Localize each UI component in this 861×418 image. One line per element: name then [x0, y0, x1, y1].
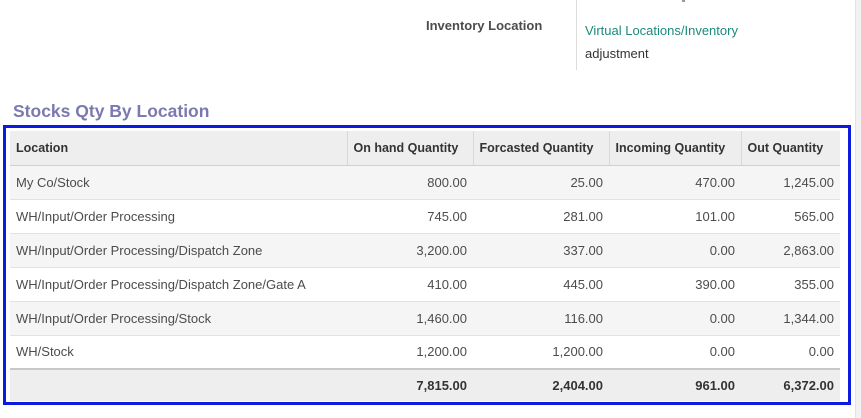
cell-incoming: 470.00: [695, 174, 735, 190]
cell-out: 355.00: [794, 276, 834, 292]
cell-forecasted: 25.00: [570, 174, 603, 190]
table-row[interactable]: WH/Input/Order Processing/Dispatch Zone …: [10, 233, 840, 267]
cell-out: 1,344.00: [783, 310, 834, 326]
table-row[interactable]: WH/Input/Order Processing/Stock 1,460.00…: [10, 301, 840, 335]
cell-on-hand: 410.00: [427, 276, 467, 292]
inventory-location-value-rest: adjustment: [585, 46, 649, 61]
cell-on-hand: 800.00: [427, 174, 467, 190]
cell-location: WH/Input/Order Processing/Stock: [16, 310, 212, 326]
column-header-on-hand[interactable]: On hand Quantity: [347, 131, 474, 166]
cell-forecasted: 116.00: [564, 310, 603, 326]
cell-out: 2,863.00: [783, 242, 834, 258]
cell-incoming: 0.00: [709, 344, 735, 360]
total-on-hand: 7,815.00: [416, 378, 467, 393]
cell-location: WH/Input/Order Processing: [16, 208, 175, 224]
cell-forecasted: 337.00: [563, 242, 603, 258]
cell-on-hand: 1,200.00: [416, 344, 467, 360]
inventory-location-value: Virtual Locations/Inventory adjustment: [585, 19, 785, 65]
cell-forecasted: 445.00: [563, 276, 603, 292]
cell-forecasted: 1,200.00: [552, 344, 603, 360]
inventory-location-label: Inventory Location: [426, 18, 543, 33]
cell-incoming: 0.00: [709, 310, 735, 326]
cell-out: 0.00: [808, 344, 834, 360]
table-row[interactable]: WH/Input/Order Processing/Dispatch Zone/…: [10, 267, 840, 301]
column-header-location[interactable]: Location: [10, 131, 348, 166]
field-divider: [576, 0, 577, 70]
cell-incoming: 390.00: [695, 276, 735, 292]
section-title: Stocks Qty By Location: [13, 101, 210, 121]
total-location: [10, 369, 347, 401]
column-header-out[interactable]: Out Quantity: [741, 131, 840, 166]
cell-location: My Co/Stock: [16, 174, 90, 190]
table-totals-row: 7,815.00 2,404.00 961.00 6,372.00: [10, 369, 840, 401]
cell-out: 565.00: [794, 208, 834, 224]
stock-location-table: Location On hand Quantity Forcasted Quan…: [10, 131, 840, 401]
cell-incoming: 0.00: [709, 242, 735, 258]
table-row[interactable]: WH/Stock 1,200.00 1,200.00 0.00 0.00: [10, 335, 840, 369]
cell-out: 1,245.00: [783, 174, 834, 190]
table-row[interactable]: My Co/Stock 800.00 25.00 470.00 1,245.00: [10, 165, 840, 199]
table-header-row: Location On hand Quantity Forcasted Quan…: [10, 131, 840, 166]
cell-on-hand: 745.00: [427, 208, 467, 224]
cell-location: WH/Input/Order Processing/Dispatch Zone/…: [16, 276, 306, 292]
total-incoming: 961.00: [695, 378, 735, 393]
table-row[interactable]: WH/Input/Order Processing 745.00 281.00 …: [10, 199, 840, 233]
total-forecasted: 2,404.00: [552, 378, 603, 393]
inventory-location-field: Inventory Location Virtual Locations/Inv…: [0, 0, 861, 70]
cell-location: WH/Stock: [16, 344, 74, 360]
total-out: 6,372.00: [783, 378, 834, 393]
cell-forecasted: 281.00: [563, 208, 603, 224]
column-header-forecasted[interactable]: Forcasted Quantity: [473, 131, 610, 166]
inventory-location-link[interactable]: Virtual Locations/Inventory: [585, 19, 785, 42]
cell-on-hand: 3,200.00: [416, 242, 467, 258]
cell-on-hand: 1,460.00: [416, 310, 467, 326]
column-header-incoming[interactable]: Incoming Quantity: [609, 131, 742, 166]
cell-incoming: 101.00: [695, 208, 735, 224]
cell-location: WH/Input/Order Processing/Dispatch Zone: [16, 242, 263, 258]
